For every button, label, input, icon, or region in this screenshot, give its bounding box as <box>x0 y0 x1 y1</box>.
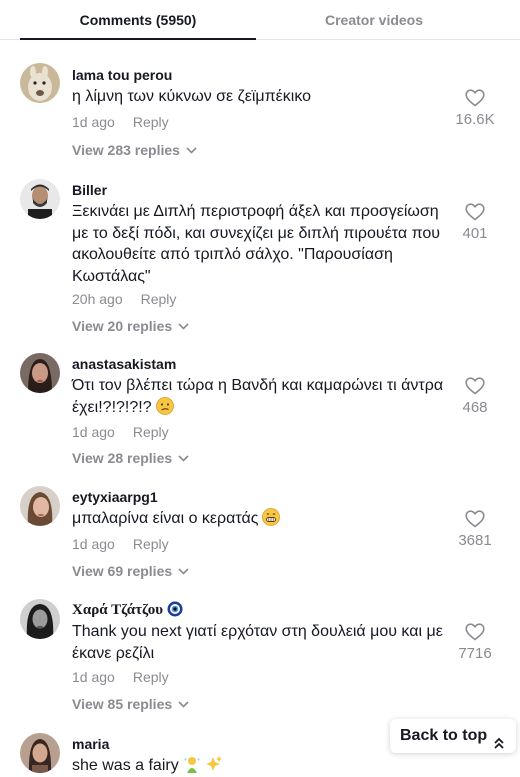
woman-avatar[interactable] <box>20 353 60 393</box>
woman-avatar-3[interactable] <box>20 733 60 773</box>
confused-face-emoji <box>155 396 174 422</box>
comment-username-label: Χαρά Τζάτζου <box>72 602 164 618</box>
woman-avatar-bw[interactable] <box>20 599 60 639</box>
reply-button[interactable]: Reply <box>133 114 169 130</box>
chevron-down-icon <box>178 562 189 578</box>
view-replies-button[interactable]: View 20 replies <box>72 317 189 334</box>
comment-username[interactable]: anastasakistam <box>72 356 176 372</box>
reply-button[interactable]: Reply <box>133 424 169 440</box>
comment-text-content: Ότι τον βλέπει τώρα η Βανδή και καμαρώνε… <box>72 377 444 416</box>
comment-meta: 1d ago Reply <box>72 536 169 552</box>
view-replies-label: View 28 replies <box>72 450 173 466</box>
comment-username[interactable]: maria <box>72 736 109 752</box>
reply-button[interactable]: Reply <box>133 669 169 685</box>
active-tab-indicator <box>20 38 256 40</box>
comment-text-content: she was a fairy <box>72 757 179 774</box>
comment-text: μπαλαρίνα είναι ο κερατάς <box>72 508 452 533</box>
like-button[interactable]: 401 <box>450 203 500 242</box>
comment-text: Thank you next γιατί ερχόταν στη δουλειά… <box>72 623 443 662</box>
like-count: 401 <box>462 225 488 242</box>
view-replies-label: View 85 replies <box>72 696 173 712</box>
tab-creator-videos[interactable]: Creator videos <box>256 0 492 40</box>
reply-button[interactable]: Reply <box>133 536 169 552</box>
comment-text: she was a fairy <box>72 755 452 777</box>
like-count: 468 <box>462 399 488 416</box>
chevron-down-icon <box>186 141 197 157</box>
comment-username[interactable]: Biller <box>72 182 107 198</box>
nazar-eye-emoji <box>167 601 183 622</box>
llama-avatar[interactable] <box>20 63 60 103</box>
view-replies-button[interactable]: View 283 replies <box>72 141 197 158</box>
woman-avatar-2[interactable] <box>20 486 60 526</box>
man-avatar[interactable] <box>20 179 60 219</box>
comment-meta: 1d ago Reply <box>72 114 169 130</box>
comment-text-content: μπαλαρίνα είναι ο κερατάς <box>72 510 259 527</box>
comment-time: 1d ago <box>72 669 115 685</box>
fairy-sparkles-emoji <box>183 755 223 777</box>
comment-time: 1d ago <box>72 424 115 440</box>
heart-icon <box>450 89 500 107</box>
comment-username[interactable]: Χαρά Τζάτζου <box>72 601 183 622</box>
comment-meta: 20h ago Reply <box>72 291 176 307</box>
like-count: 3681 <box>458 532 492 549</box>
like-count: 16.6K <box>455 111 495 128</box>
comment-meta: 1d ago Reply <box>72 424 169 440</box>
view-replies-label: View 283 replies <box>72 142 180 158</box>
like-button[interactable]: 3681 <box>450 510 500 549</box>
comment-time: 1d ago <box>72 114 115 130</box>
chevron-down-icon <box>178 317 189 333</box>
view-replies-label: View 20 replies <box>72 318 173 334</box>
heart-icon <box>450 203 500 221</box>
like-button[interactable]: 16.6K <box>450 89 500 128</box>
comment-username[interactable]: lama tou perou <box>72 67 172 83</box>
tab-bar: Comments (5950) Creator videos <box>0 0 520 40</box>
tab-comments[interactable]: Comments (5950) <box>20 0 256 40</box>
like-button[interactable]: 468 <box>450 377 500 416</box>
chevron-down-icon <box>178 449 189 465</box>
chevron-down-icon <box>178 695 189 711</box>
view-replies-label: View 69 replies <box>72 563 173 579</box>
view-replies-button[interactable]: View 28 replies <box>72 449 189 466</box>
comment-time: 1d ago <box>72 536 115 552</box>
reply-button[interactable]: Reply <box>141 291 177 307</box>
comment-meta: 1d ago Reply <box>72 669 169 685</box>
view-replies-button[interactable]: View 85 replies <box>72 695 189 712</box>
back-to-top-button[interactable]: Back to top <box>390 719 516 753</box>
like-count: 7716 <box>458 645 492 662</box>
heart-icon <box>450 623 500 641</box>
comment-text: η λίμνη των κύκνων σε ζεϊμπέκικο <box>72 88 312 105</box>
heart-icon <box>450 510 500 528</box>
comment-text: Ότι τον βλέπει τώρα η Βανδή και καμαρώνε… <box>72 375 452 421</box>
back-to-top-label: Back to top <box>400 727 488 744</box>
view-replies-button[interactable]: View 69 replies <box>72 562 189 579</box>
comment-time: 20h ago <box>72 291 123 307</box>
like-button[interactable]: 7716 <box>450 623 500 662</box>
comment-text: Ξεκινάει με Διπλή περιστροφή άξελ και πρ… <box>72 203 441 285</box>
grinning-face-emoji <box>262 508 281 533</box>
comment-username[interactable]: eytyxiaarpg1 <box>72 489 158 505</box>
double-chevron-up-icon <box>494 729 504 763</box>
heart-icon <box>450 377 500 395</box>
